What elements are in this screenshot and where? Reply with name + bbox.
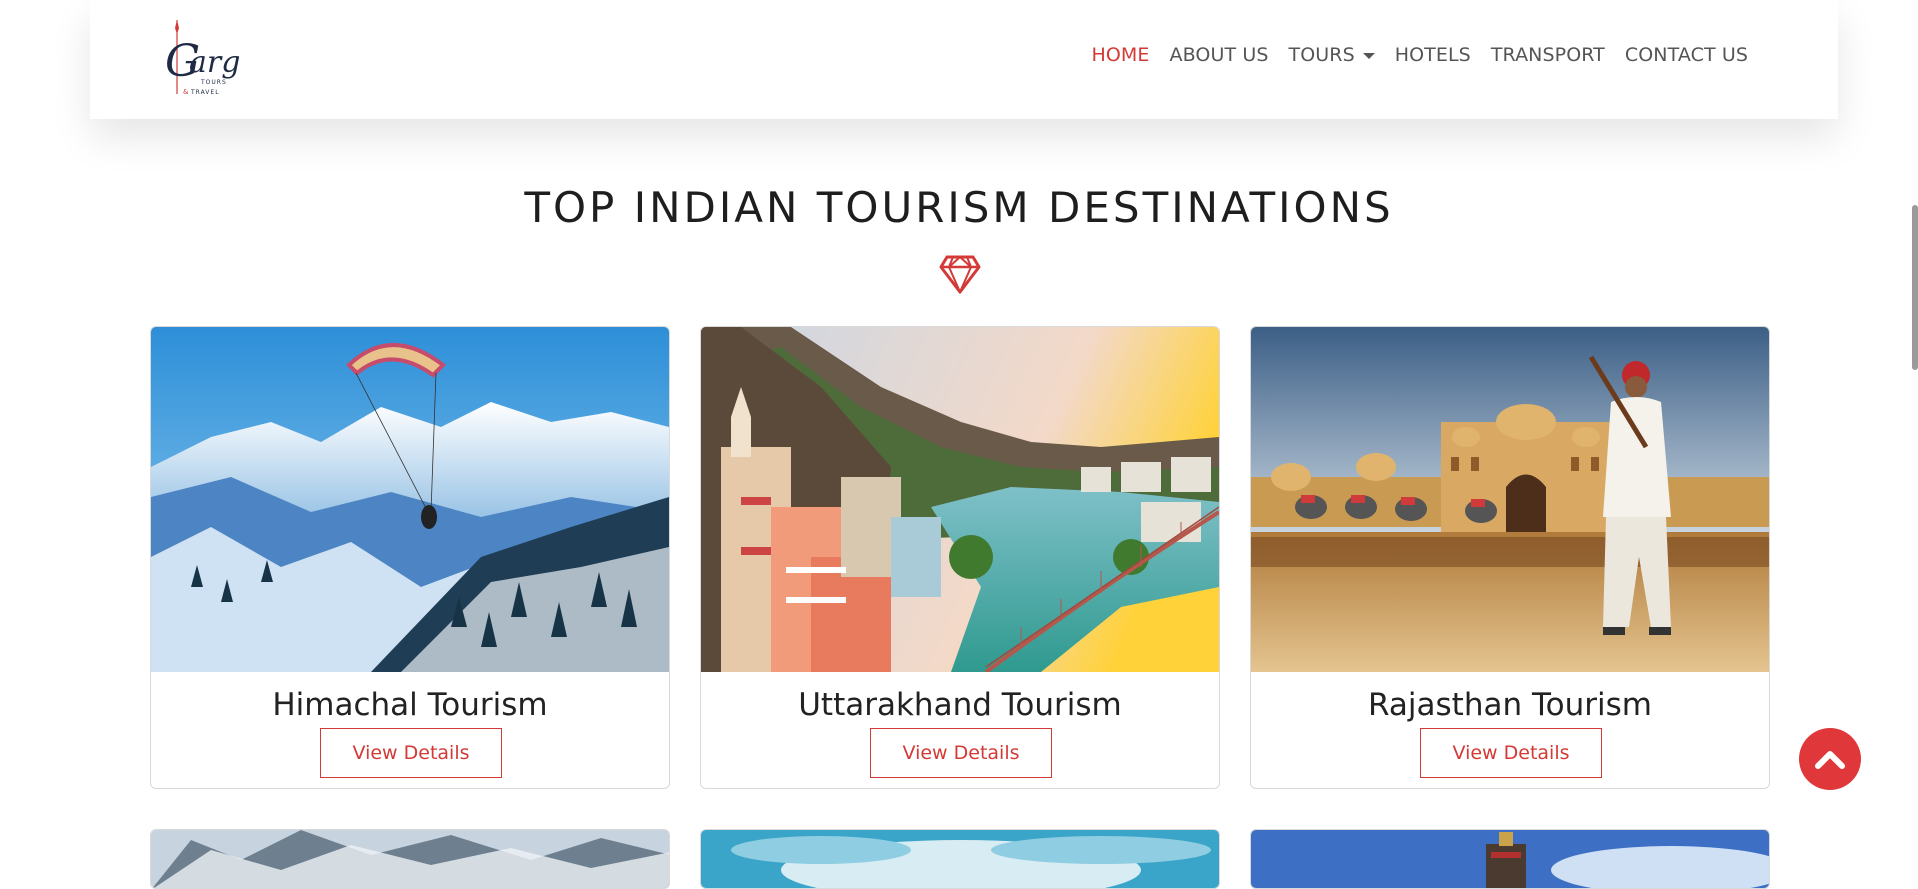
view-details-button[interactable]: View Details bbox=[1420, 728, 1602, 778]
view-details-button[interactable]: View Details bbox=[320, 728, 502, 778]
section-title: TOP INDIAN TOURISM DESTINATIONS bbox=[524, 183, 1394, 232]
destination-card-row2-2 bbox=[700, 829, 1220, 889]
card-title: Uttarakhand Tourism bbox=[798, 687, 1122, 723]
card-title: Rajasthan Tourism bbox=[1368, 687, 1652, 723]
svg-text:&: & bbox=[183, 88, 189, 96]
destination-card-row2-3 bbox=[1250, 829, 1770, 889]
site-header: G arg TOURS & TRAVEL HOME ABOUT US TOURS… bbox=[90, 0, 1838, 119]
nav-item-transport[interactable]: TRANSPORT bbox=[1491, 44, 1605, 66]
temple-image bbox=[1251, 830, 1769, 888]
caret-down-icon bbox=[1362, 53, 1375, 59]
garg-tours-logo[interactable]: G arg TOURS & TRAVEL bbox=[157, 14, 257, 104]
destination-card-uttarakhand: Uttarakhand Tourism View Details bbox=[700, 326, 1220, 789]
snowy-mountain-image bbox=[151, 830, 669, 888]
destination-card-himachal: Himachal Tourism View Details bbox=[150, 326, 670, 789]
rajasthan-palace-image bbox=[1251, 327, 1769, 672]
cloudy-sky-image bbox=[701, 830, 1219, 888]
view-details-button[interactable]: View Details bbox=[870, 728, 1052, 778]
nav-item-tours-label: TOURS bbox=[1288, 44, 1355, 66]
svg-text:arg: arg bbox=[189, 45, 240, 80]
page-scrollbar[interactable] bbox=[1912, 205, 1918, 370]
chevron-up-icon bbox=[1815, 751, 1845, 769]
diamond-icon bbox=[939, 255, 981, 294]
main-nav: HOME ABOUT US TOURS HOTELS TRANSPORT CON… bbox=[1071, 44, 1748, 66]
nav-item-hotels[interactable]: HOTELS bbox=[1395, 44, 1471, 66]
svg-text:TRAVEL: TRAVEL bbox=[190, 89, 220, 96]
destination-card-row2-1 bbox=[150, 829, 670, 889]
back-to-top-button[interactable] bbox=[1799, 728, 1861, 790]
card-title: Himachal Tourism bbox=[272, 687, 548, 723]
destination-card-rajasthan: Rajasthan Tourism View Details bbox=[1250, 326, 1770, 789]
nav-item-tours[interactable]: TOURS bbox=[1289, 44, 1375, 66]
nav-item-home[interactable]: HOME bbox=[1091, 44, 1149, 66]
himachal-mountain-image bbox=[151, 327, 669, 672]
nav-item-contact-us[interactable]: CONTACT US bbox=[1625, 44, 1748, 66]
uttarakhand-river-image bbox=[701, 327, 1219, 672]
svg-text:TOURS: TOURS bbox=[200, 79, 227, 86]
nav-item-about-us[interactable]: ABOUT US bbox=[1170, 44, 1269, 66]
